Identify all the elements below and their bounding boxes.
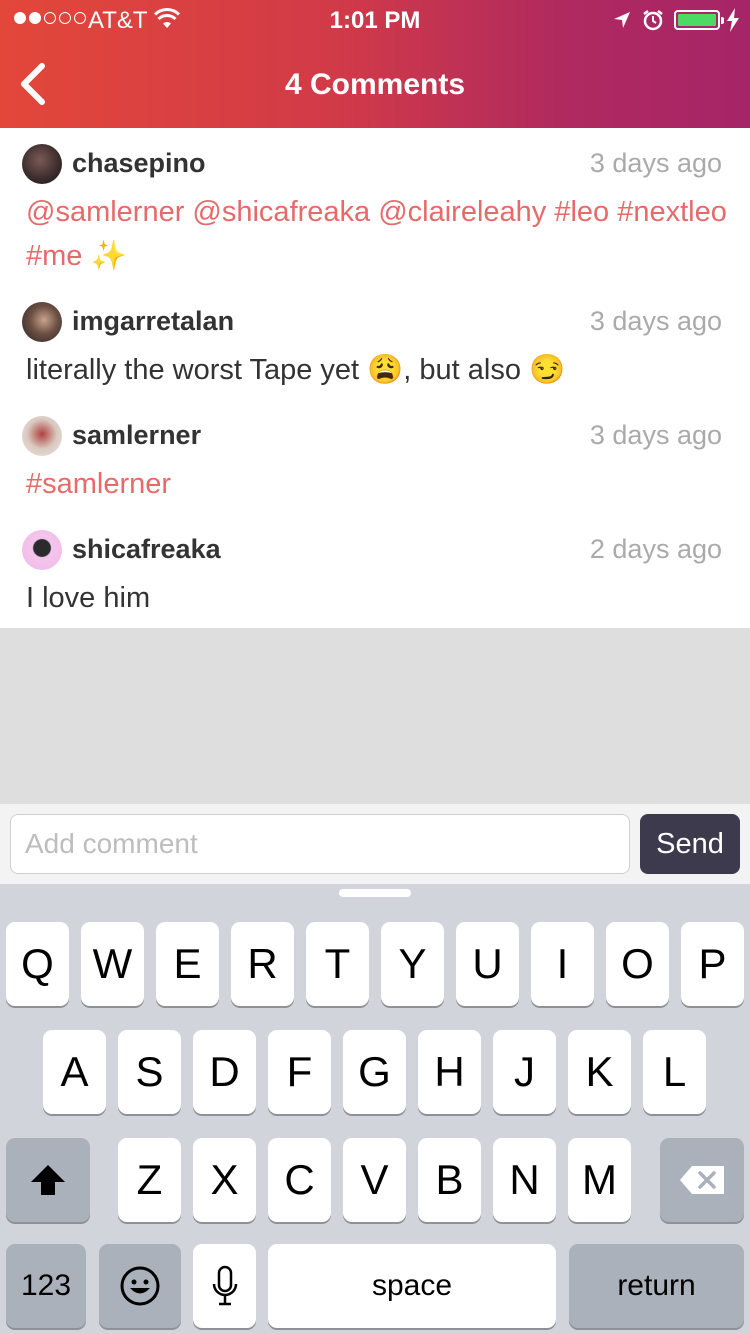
key-b[interactable]: B (418, 1138, 481, 1222)
key-c[interactable]: C (268, 1138, 331, 1222)
key-e[interactable]: E (156, 922, 219, 1006)
key-o[interactable]: O (606, 922, 669, 1006)
comment-text: literally the worst Tape yet 😩, but also… (26, 354, 566, 386)
key-m[interactable]: M (568, 1138, 631, 1222)
nav-header: AT&T 1:01 PM 4 Comments (0, 0, 750, 128)
key-k[interactable]: K (568, 1030, 631, 1114)
send-button[interactable]: Send (640, 814, 740, 874)
keyboard: Q W E R T Y U I O P A S D F G H J K L Z … (0, 884, 750, 1334)
comment-username[interactable]: shicafreaka (72, 534, 221, 565)
shift-key[interactable] (6, 1138, 90, 1222)
comment-time: 3 days ago (589, 148, 722, 178)
key-f[interactable]: F (268, 1030, 331, 1114)
keyboard-handle[interactable] (339, 889, 411, 897)
delete-key[interactable] (660, 1138, 744, 1222)
charging-bolt-icon (726, 8, 740, 39)
comment-composer: Send (0, 804, 750, 884)
comment-username[interactable]: imgarretalan (72, 306, 234, 337)
key-y[interactable]: Y (381, 922, 444, 1006)
key-x[interactable]: X (193, 1138, 256, 1222)
key-a[interactable]: A (43, 1030, 106, 1114)
page-title: 4 Comments (284, 68, 466, 101)
comment-item: shicafreaka 2 days ago I love him (0, 514, 750, 624)
key-v[interactable]: V (343, 1138, 406, 1222)
empty-area (0, 628, 750, 804)
space-key[interactable]: space (268, 1244, 556, 1328)
key-u[interactable]: U (456, 922, 519, 1006)
avatar[interactable] (22, 416, 62, 456)
return-key[interactable]: return (569, 1244, 744, 1328)
alarm-clock-icon (642, 9, 664, 38)
microphone-icon (212, 1265, 237, 1306)
key-g[interactable]: G (343, 1030, 406, 1114)
key-n[interactable]: N (493, 1138, 556, 1222)
key-t[interactable]: T (306, 922, 369, 1006)
key-s[interactable]: S (118, 1030, 181, 1114)
status-bar: AT&T 1:01 PM (0, 0, 750, 40)
comment-username[interactable]: chasepino (72, 148, 206, 179)
avatar[interactable] (22, 302, 62, 342)
comment-item: samlerner 3 days ago #samlerner (0, 400, 750, 510)
key-w[interactable]: W (81, 922, 144, 1006)
shift-arrow-icon (31, 1165, 65, 1195)
comment-text[interactable]: @samlerner @shicafreaka @claireleahy #le… (26, 190, 730, 278)
key-d[interactable]: D (193, 1030, 256, 1114)
comment-time: 3 days ago (589, 306, 722, 336)
comment-text[interactable]: #samlerner (26, 462, 730, 506)
key-p[interactable]: P (681, 922, 744, 1006)
comment-time: 3 days ago (589, 420, 722, 450)
avatar[interactable] (22, 144, 62, 184)
comment-time: 2 days ago (589, 534, 722, 564)
comment-input[interactable] (10, 814, 630, 874)
key-q[interactable]: Q (6, 922, 69, 1006)
key-r[interactable]: R (231, 922, 294, 1006)
dictation-key[interactable] (193, 1244, 256, 1328)
key-l[interactable]: L (643, 1030, 706, 1114)
status-time: 1:01 PM (329, 7, 421, 34)
key-j[interactable]: J (493, 1030, 556, 1114)
key-i[interactable]: I (531, 922, 594, 1006)
emoji-smiley-icon (120, 1266, 160, 1306)
avatar[interactable] (22, 530, 62, 570)
numbers-key[interactable]: 123 (6, 1244, 86, 1328)
emoji-key[interactable] (99, 1244, 181, 1328)
key-z[interactable]: Z (118, 1138, 181, 1222)
comment-text: I love him (26, 582, 151, 614)
comment-item: imgarretalan 3 days ago literally the wo… (0, 286, 750, 396)
comment-list: chasepino 3 days ago @samlerner @shicafr… (0, 128, 750, 628)
comment-username[interactable]: samlerner (72, 420, 201, 451)
backspace-icon (680, 1166, 724, 1194)
comment-item: chasepino 3 days ago @samlerner @shicafr… (0, 128, 750, 280)
battery-icon (674, 10, 724, 30)
key-h[interactable]: H (418, 1030, 481, 1114)
location-arrow-icon (612, 9, 632, 37)
